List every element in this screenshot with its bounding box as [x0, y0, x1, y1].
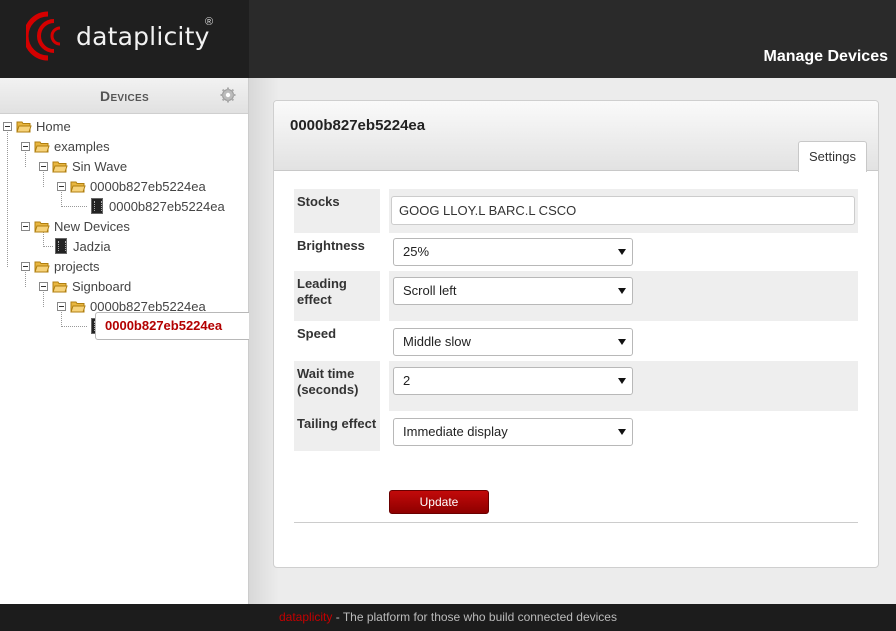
folder-open-icon: [34, 261, 50, 272]
folder-open-icon: [34, 141, 50, 152]
tree-node-label: examples: [54, 138, 110, 154]
device-chip-icon: [55, 238, 67, 254]
device-sidebar: Devices Home examples Sin Wave 0000b827e…: [0, 78, 335, 604]
form-row-tailing-effect: Tailing effect Immediate display: [294, 411, 858, 451]
speed-value: Middle slow: [403, 334, 471, 349]
form-row-stocks: Stocks GOOG LLOY.L BARC.L CSCO: [294, 189, 858, 233]
wait-time-label: Wait time (seconds): [294, 361, 380, 411]
collapse-toggle[interactable]: [57, 301, 66, 311]
folder-open-icon: [52, 281, 68, 292]
stocks-input[interactable]: GOOG LLOY.L BARC.L CSCO: [391, 196, 855, 225]
form-row-wait-time: Wait time (seconds) 2: [294, 361, 858, 411]
folder-open-icon: [70, 301, 86, 312]
dropdown-arrow-icon: [618, 429, 626, 435]
sidebar-header: Devices: [0, 78, 248, 114]
leading-effect-label: Leading effect: [294, 271, 380, 321]
speed-select[interactable]: Middle slow: [393, 328, 633, 356]
dropdown-arrow-icon: [618, 249, 626, 255]
leading-effect-select[interactable]: Scroll left: [393, 277, 633, 305]
dropdown-arrow-icon: [618, 378, 626, 384]
wait-time-value: 2: [403, 373, 411, 388]
tailing-effect-select[interactable]: Immediate display: [393, 418, 633, 446]
dropdown-arrow-icon: [618, 288, 626, 294]
page-title: Manage Devices: [763, 48, 888, 65]
tree-node-device-folder[interactable]: 0000b827eb5224ea: [57, 176, 206, 196]
logo-text: dataplicity: [76, 22, 210, 51]
registered-mark: ®: [205, 16, 214, 28]
tree-node-label: projects: [54, 258, 100, 274]
brightness-value: 25%: [403, 244, 430, 259]
tree-node-label: Sin Wave: [72, 158, 128, 174]
tree-node-jadzia[interactable]: Jadzia: [55, 236, 111, 256]
device-chip-icon: [91, 198, 103, 214]
tab-settings[interactable]: Settings: [798, 141, 867, 172]
tree-node-sin-wave[interactable]: Sin Wave: [39, 156, 127, 176]
collapse-toggle[interactable]: [39, 281, 48, 291]
tree-node-label: Jadzia: [73, 238, 111, 254]
tree-node-new-devices[interactable]: New Devices: [21, 216, 130, 236]
tree-node-label: 0000b827eb5224ea: [109, 198, 225, 214]
tree-node-label: 0000b827eb5224ea: [90, 178, 206, 194]
tree-node-home[interactable]: Home: [3, 116, 71, 136]
sidebar-title: Devices: [100, 88, 149, 104]
collapse-toggle[interactable]: [21, 141, 30, 151]
tree-node-label: Home: [36, 118, 71, 134]
folder-open-icon: [52, 161, 68, 172]
folder-open-icon: [34, 221, 50, 232]
tailing-effect-label: Tailing effect: [294, 411, 380, 451]
top-header: dataplicity ® Manage Devices: [0, 0, 896, 78]
collapse-toggle[interactable]: [21, 221, 30, 231]
wait-time-select[interactable]: 2: [393, 367, 633, 395]
footer-brand-link[interactable]: dataplicity: [279, 610, 332, 624]
main-content: 0000b827eb5224ea Settings Stocks GOOG LL…: [249, 78, 896, 604]
collapse-toggle[interactable]: [3, 121, 12, 131]
tree-node-label: New Devices: [54, 218, 130, 234]
form-row-speed: Speed Middle slow: [294, 321, 858, 361]
stocks-label: Stocks: [294, 189, 380, 233]
dropdown-arrow-icon: [618, 339, 626, 345]
collapse-toggle[interactable]: [39, 161, 48, 171]
tree-node-signboard[interactable]: Signboard: [39, 276, 131, 296]
logo[interactable]: dataplicity ®: [0, 0, 249, 78]
update-button[interactable]: Update: [389, 490, 489, 514]
tree-node-label: Signboard: [72, 278, 132, 294]
device-title: 0000b827eb5224ea: [290, 117, 426, 134]
footer-tagline: - The platform for those who build conne…: [332, 610, 617, 624]
folder-open-icon: [16, 121, 32, 132]
collapse-toggle[interactable]: [57, 181, 66, 191]
leading-effect-value: Scroll left: [403, 283, 457, 298]
collapse-toggle[interactable]: [21, 261, 30, 271]
speed-label: Speed: [297, 326, 337, 341]
tree-node-device[interactable]: 0000b827eb5224ea: [91, 196, 225, 216]
divider: [294, 522, 858, 523]
tree-node-device-selected[interactable]: 0000b827eb5224ea: [91, 312, 335, 340]
tree-node-projects[interactable]: projects: [21, 256, 100, 276]
footer: dataplicity - The platform for those who…: [0, 604, 896, 631]
tree-node-examples[interactable]: examples: [21, 136, 110, 156]
brightness-select[interactable]: 25%: [393, 238, 633, 266]
tailing-effect-value: Immediate display: [403, 424, 508, 439]
form-row-brightness: Brightness 25%: [294, 233, 858, 271]
folder-open-icon: [70, 181, 86, 192]
panel-header: 0000b827eb5224ea Settings: [274, 101, 878, 172]
gear-icon[interactable]: [220, 87, 236, 103]
logo-swoosh-icon: [26, 11, 61, 61]
device-panel: 0000b827eb5224ea Settings Stocks GOOG LL…: [273, 100, 879, 568]
brightness-label: Brightness: [297, 238, 365, 253]
form-row-leading-effect: Leading effect Scroll left: [294, 271, 858, 321]
